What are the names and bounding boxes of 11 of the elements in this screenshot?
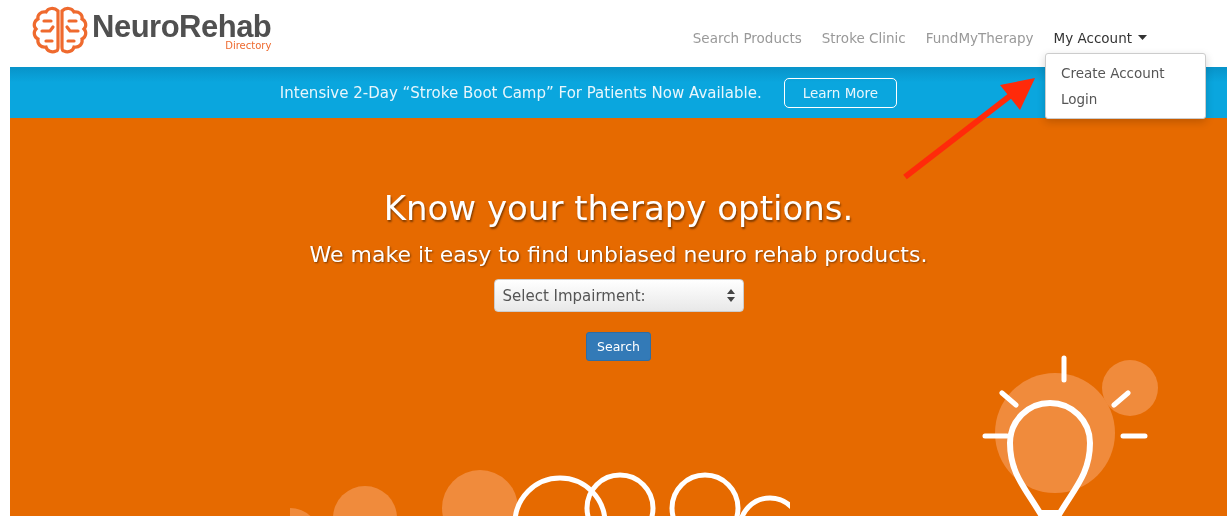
search-button[interactable]: Search xyxy=(586,332,651,361)
updown-icon xyxy=(726,289,735,302)
logo-subtitle: Directory xyxy=(225,40,272,51)
hero-subtitle: We make it easy to find unbiased neuro rehab products. xyxy=(309,242,928,267)
menu-item[interactable]: Create Account xyxy=(1046,60,1205,86)
menu-item[interactable]: Login xyxy=(1046,86,1205,112)
hero-title: Know your therapy options. xyxy=(383,188,854,228)
caret-icon xyxy=(1138,35,1147,40)
account-dropdown[interactable]: My Account xyxy=(1053,29,1147,46)
banner-text: Intensive 2-Day “Stroke Boot Camp” For Patients Now Available. xyxy=(279,83,762,102)
impairment-select[interactable]: Select Impairment: xyxy=(493,279,744,312)
